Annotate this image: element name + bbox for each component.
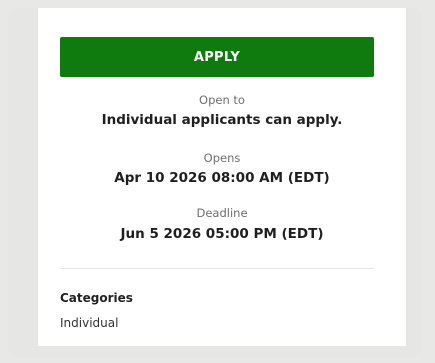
- categories-value: Individual: [60, 316, 119, 330]
- deadline-value: Jun 5 2026 05:00 PM (EDT): [120, 226, 324, 242]
- divider: [60, 268, 374, 269]
- apply-button[interactable]: APPLY: [60, 37, 374, 77]
- deadline-label: Deadline: [196, 206, 248, 220]
- open-to-value: Individual applicants can apply.: [101, 112, 343, 128]
- application-card: APPLY Open to Individual applicants can …: [38, 8, 406, 346]
- categories-title: Categories: [60, 291, 133, 305]
- opens-value: Apr 10 2026 08:00 AM (EDT): [114, 170, 330, 186]
- opens-label: Opens: [203, 151, 241, 165]
- panel-background: APPLY Open to Individual applicants can …: [8, 8, 423, 357]
- open-to-label: Open to: [199, 93, 245, 107]
